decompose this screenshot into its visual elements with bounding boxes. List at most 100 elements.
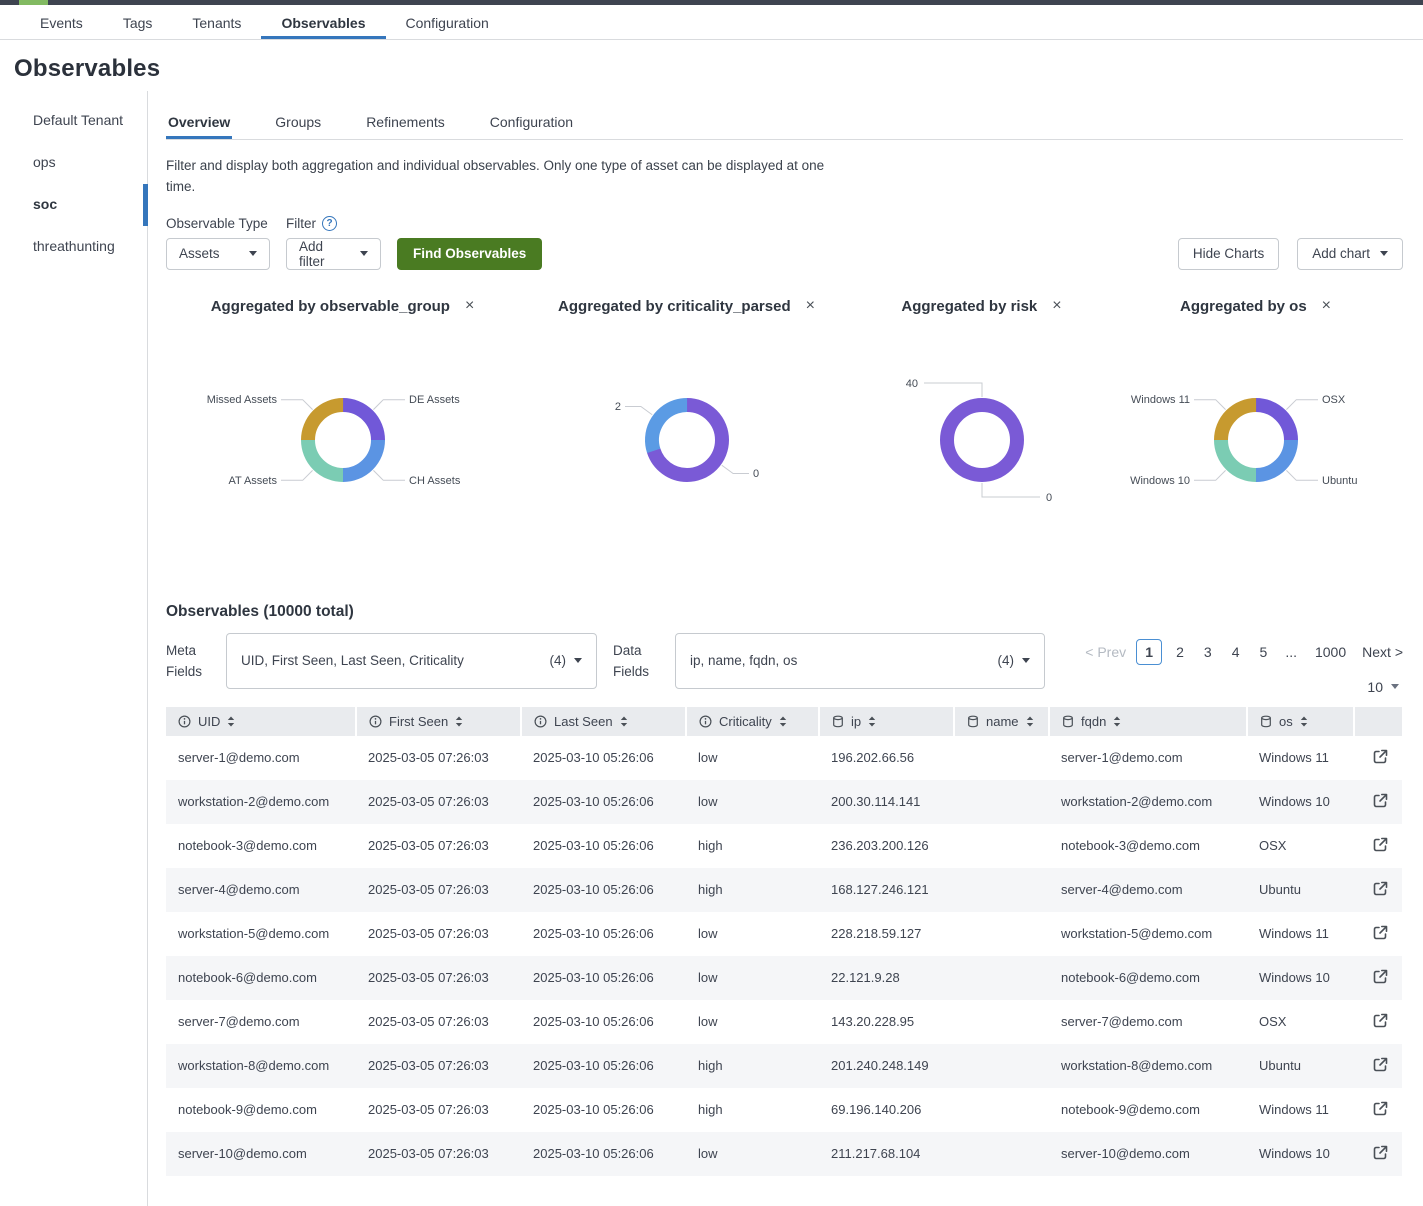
table-row: server-7@demo.com2025-03-05 07:26:032025…	[166, 1000, 1402, 1044]
nav-events[interactable]: Events	[20, 5, 103, 39]
external-link-icon[interactable]	[1371, 1099, 1390, 1118]
pagination-page-1000[interactable]: 1000	[1309, 644, 1352, 660]
column-header-os[interactable]: os	[1247, 707, 1354, 736]
pagination-page-2[interactable]: 2	[1170, 644, 1190, 660]
observable-type-select[interactable]: Assets	[166, 238, 270, 270]
sidebar-item-soc[interactable]: soc	[0, 183, 147, 225]
pagination-page-4[interactable]: 4	[1226, 644, 1246, 660]
cell-fqdn: workstation-8@demo.com	[1049, 1044, 1247, 1088]
hide-charts-button[interactable]: Hide Charts	[1178, 238, 1279, 270]
column-header-fqdn[interactable]: fqdn	[1049, 707, 1247, 736]
table-row: workstation-5@demo.com2025-03-05 07:26:0…	[166, 912, 1402, 956]
chart-close-icon[interactable]: ×	[806, 298, 815, 314]
cell-last-seen: 2025-03-10 05:26:06	[521, 1044, 686, 1088]
pagination-page-1[interactable]: 1	[1136, 639, 1162, 665]
external-link-icon[interactable]	[1371, 1011, 1390, 1030]
chart-close-icon[interactable]: ×	[1052, 298, 1061, 314]
chevron-down-icon	[360, 251, 368, 256]
sort-icon[interactable]	[620, 716, 628, 727]
sort-icon[interactable]	[779, 716, 787, 727]
cell-criticality: low	[686, 736, 819, 780]
cell-actions	[1354, 780, 1402, 824]
cell-first-seen: 2025-03-05 07:26:03	[356, 1044, 521, 1088]
table-title: Observables (10000 total)	[166, 603, 1403, 621]
sidebar-item-threathunting[interactable]: threathunting	[0, 225, 147, 267]
cell-ip: 236.203.200.126	[819, 824, 954, 868]
sidebar-item-ops[interactable]: ops	[0, 141, 147, 183]
meta-fields-select[interactable]: UID, First Seen, Last Seen, Criticality …	[226, 633, 597, 689]
cell-last-seen: 2025-03-10 05:26:06	[521, 780, 686, 824]
pagination-prev[interactable]: < Prev	[1085, 644, 1126, 660]
add-filter-label: Add filter	[299, 239, 350, 269]
external-link-icon[interactable]	[1371, 747, 1390, 766]
cell-ip: 22.121.9.28	[819, 956, 954, 1000]
cell-uid: server-10@demo.com	[166, 1132, 356, 1176]
sort-icon[interactable]	[227, 716, 235, 727]
column-header-last-seen[interactable]: Last Seen	[521, 707, 686, 736]
chart-close-icon[interactable]: ×	[465, 298, 474, 314]
nav-tags[interactable]: Tags	[103, 5, 173, 39]
chevron-down-icon	[1022, 658, 1030, 663]
column-header-first-seen[interactable]: First Seen	[356, 707, 521, 736]
page-size-select[interactable]: 10	[1085, 679, 1403, 695]
pagination-next[interactable]: Next >	[1362, 644, 1403, 660]
add-chart-button[interactable]: Add chart	[1297, 238, 1403, 270]
info-icon	[178, 715, 191, 728]
chart-close-icon[interactable]: ×	[1322, 298, 1331, 314]
database-icon	[832, 715, 844, 728]
cell-criticality: high	[686, 868, 819, 912]
external-link-icon[interactable]	[1371, 791, 1390, 810]
pagination-page-3[interactable]: 3	[1198, 644, 1218, 660]
column-header-ip[interactable]: ip	[819, 707, 954, 736]
nav-observables[interactable]: Observables	[261, 5, 385, 39]
sort-icon[interactable]	[455, 716, 463, 727]
external-link-icon[interactable]	[1371, 1143, 1390, 1162]
external-link-icon[interactable]	[1371, 879, 1390, 898]
find-observables-button[interactable]: Find Observables	[397, 238, 542, 270]
cell-last-seen: 2025-03-10 05:26:06	[521, 956, 686, 1000]
external-link-icon[interactable]	[1371, 835, 1390, 854]
sidebar-item-default-tenant[interactable]: Default Tenant	[0, 99, 147, 141]
column-header-name[interactable]: name	[954, 707, 1049, 736]
sort-icon[interactable]	[1026, 716, 1034, 727]
cell-first-seen: 2025-03-05 07:26:03	[356, 780, 521, 824]
database-icon	[967, 715, 979, 728]
external-link-icon[interactable]	[1371, 967, 1390, 986]
sort-icon[interactable]	[1113, 716, 1121, 727]
column-header-criticality[interactable]: Criticality	[686, 707, 819, 736]
data-fields-select[interactable]: ip, name, fqdn, os (4)	[675, 633, 1045, 689]
cell-ip: 211.217.68.104	[819, 1132, 954, 1176]
cell-first-seen: 2025-03-05 07:26:03	[356, 1132, 521, 1176]
sort-icon[interactable]	[1300, 716, 1308, 727]
pagination-block: < Prev12345...1000Next > 10	[1085, 633, 1403, 695]
database-icon	[1260, 715, 1272, 728]
external-link-icon[interactable]	[1371, 1055, 1390, 1074]
nav-tenants[interactable]: Tenants	[172, 5, 261, 39]
table-header-row: UIDFirst SeenLast SeenCriticalityipnamef…	[166, 707, 1402, 736]
external-link-icon[interactable]	[1371, 923, 1390, 942]
cell-name	[954, 1000, 1049, 1044]
cell-ip: 196.202.66.56	[819, 736, 954, 780]
tab-overview[interactable]: Overview	[166, 105, 232, 139]
cell-ip: 69.196.140.206	[819, 1088, 954, 1132]
data-fields-value: ip, name, fqdn, os	[690, 653, 998, 668]
nav-configuration[interactable]: Configuration	[386, 5, 509, 39]
cell-uid: workstation-2@demo.com	[166, 780, 356, 824]
cell-last-seen: 2025-03-10 05:26:06	[521, 1132, 686, 1176]
cell-actions	[1354, 1132, 1402, 1176]
donut-chart: OSXUbuntuWindows 10Windows 11	[1111, 335, 1401, 545]
column-header-uid[interactable]: UID	[166, 707, 356, 736]
svg-text:Missed Assets: Missed Assets	[206, 394, 277, 406]
tab-refinements[interactable]: Refinements	[364, 105, 447, 139]
cell-os: Ubuntu	[1247, 868, 1354, 912]
add-filter-button[interactable]: Add filter	[286, 238, 381, 270]
sort-icon[interactable]	[868, 716, 876, 727]
tab-groups[interactable]: Groups	[273, 105, 323, 139]
help-icon[interactable]: ?	[322, 216, 337, 231]
cell-last-seen: 2025-03-10 05:26:06	[521, 1088, 686, 1132]
charts-row: Aggregated by observable_group×DE Assets…	[166, 298, 1403, 545]
chart-controls: Hide Charts Add chart	[1178, 238, 1403, 270]
tab-configuration[interactable]: Configuration	[488, 105, 575, 139]
pagination-page-5[interactable]: 5	[1254, 644, 1274, 660]
filter-controls: Observable Type Assets Filter ? Add filt…	[166, 216, 1403, 270]
